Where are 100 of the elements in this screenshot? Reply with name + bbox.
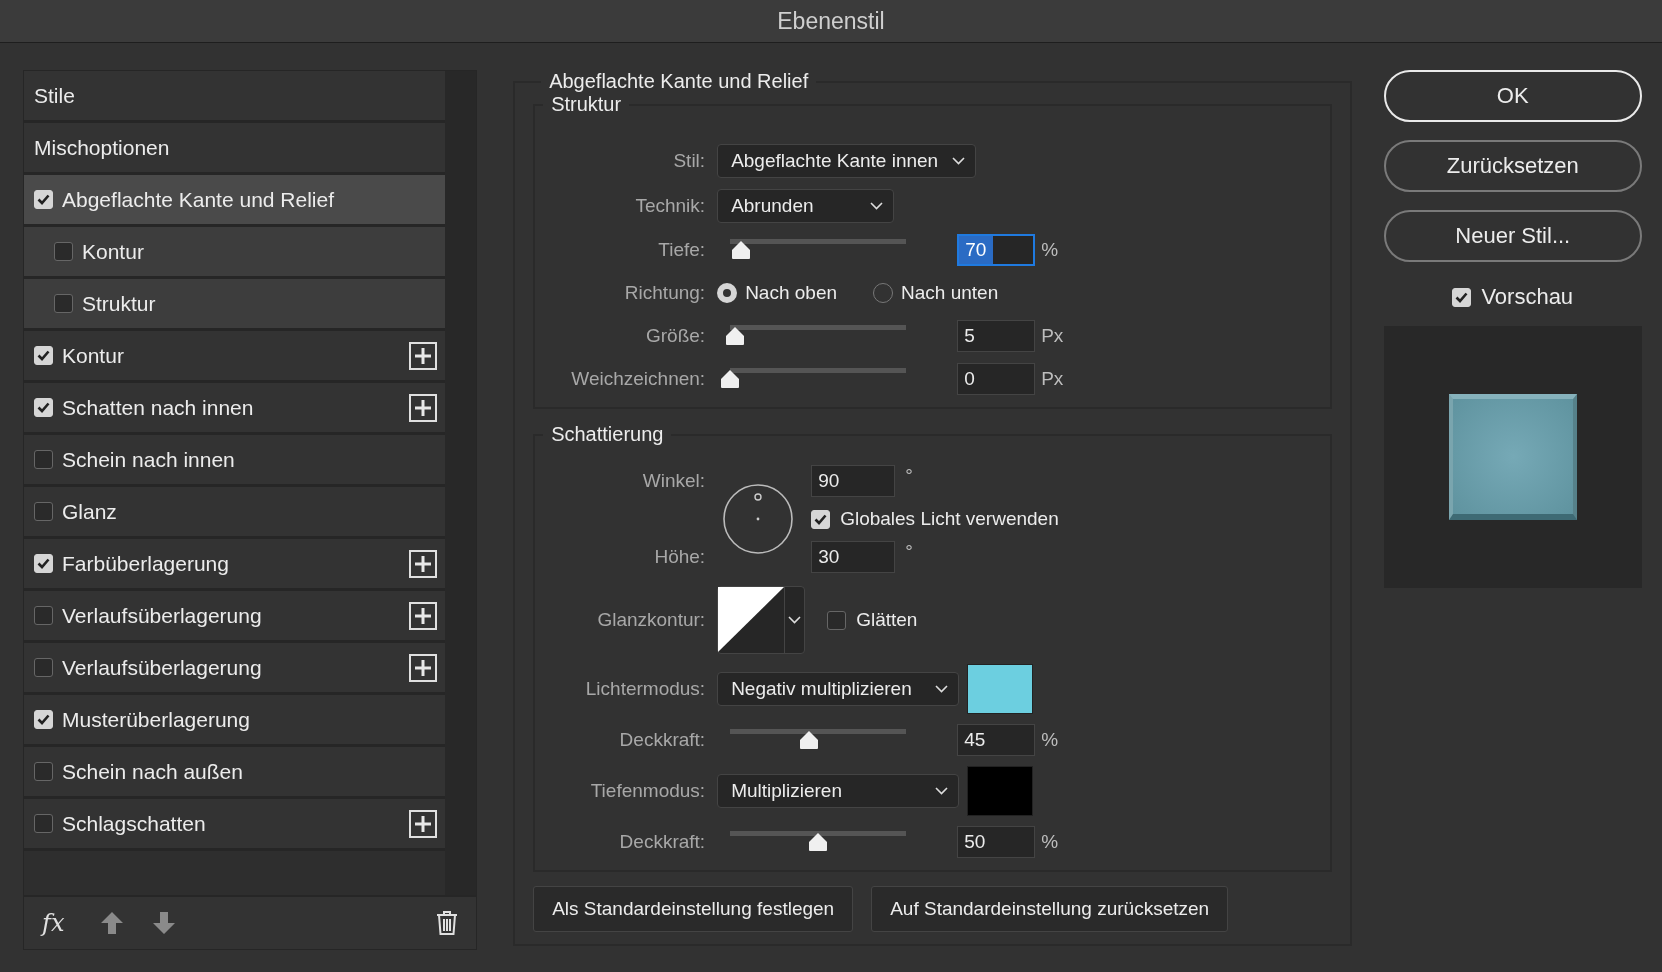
checkbox[interactable] — [54, 242, 73, 261]
value-field[interactable]: 5 — [957, 320, 1036, 352]
dialog-button[interactable]: Zurücksetzen — [1383, 140, 1642, 192]
checkbox[interactable] — [34, 814, 53, 833]
trash-icon[interactable] — [436, 911, 459, 935]
checkbox[interactable] — [827, 610, 847, 630]
default-button[interactable]: Auf Standardeinstellung zurücksetzen — [871, 886, 1229, 932]
caret-icon — [935, 685, 949, 693]
color-swatch[interactable] — [967, 664, 1034, 714]
item-label: Schein nach innen — [62, 447, 236, 472]
style-list-item[interactable]: Stile — [24, 71, 445, 123]
checkbox-option[interactable]: Globales Licht verwenden — [811, 508, 1330, 530]
slider-thumb[interactable] — [799, 730, 820, 750]
dropdown[interactable]: Abgeflachte Kante innen — [717, 144, 977, 178]
dropdown[interactable]: Negativ multiplizieren — [717, 672, 960, 706]
add-button[interactable] — [409, 653, 437, 682]
radio-option[interactable]: Nach unten — [873, 282, 999, 304]
item-label: Glanz — [62, 499, 118, 524]
dialog-button[interactable]: OK — [1383, 70, 1642, 122]
style-list-item[interactable]: Kontur — [24, 227, 445, 279]
add-button[interactable] — [409, 601, 437, 630]
plus-icon — [414, 346, 432, 365]
dialog-button[interactable]: Neuer Stil... — [1383, 210, 1642, 262]
item-label: Verlaufsüberlagerung — [62, 655, 263, 680]
dropdown[interactable]: Abrunden — [717, 189, 895, 223]
add-button[interactable] — [409, 341, 437, 370]
style-list-item[interactable]: Schatten nach innen — [24, 383, 445, 435]
contour-picker[interactable] — [717, 586, 806, 654]
default-button[interactable]: Als Standardeinstellung festlegen — [533, 886, 854, 932]
checkbox[interactable] — [34, 502, 53, 521]
checkbox[interactable] — [34, 450, 53, 469]
unit-label: Px — [1041, 325, 1064, 347]
style-list-item[interactable]: Schlagschatten — [24, 799, 445, 851]
group-title: Struktur — [550, 93, 623, 116]
style-list-item[interactable]: Schein nach außen — [24, 747, 445, 799]
slider-thumb[interactable] — [808, 832, 829, 852]
angle-dial[interactable] — [722, 483, 795, 555]
altitude-field[interactable]: 30 — [811, 541, 896, 573]
radio-option[interactable]: Nach oben — [717, 282, 838, 304]
contour-curve-icon — [718, 587, 785, 652]
arrow-up-icon[interactable] — [100, 911, 125, 935]
window-title: Ebenenstil — [777, 7, 885, 35]
field-label: Richtung: — [623, 282, 706, 304]
value-field[interactable]: 45 — [957, 724, 1036, 756]
group-title: Abgeflachte Kante und Relief — [548, 70, 810, 93]
checkbox[interactable] — [54, 294, 73, 313]
caret-icon — [935, 787, 949, 795]
field-label: Lichtermodus: — [584, 678, 706, 700]
slider-thumb[interactable] — [725, 326, 746, 346]
unit-label: ° — [905, 465, 913, 487]
dropdown[interactable]: Multiplizieren — [717, 774, 960, 808]
add-button[interactable] — [409, 809, 437, 838]
checkbox-option[interactable]: Vorschau — [1383, 284, 1642, 310]
caret-icon — [952, 157, 966, 165]
style-list-item[interactable]: Mischoptionen — [24, 123, 445, 175]
item-label: Kontur — [62, 343, 125, 368]
item-label: Abgeflachte Kante und Relief — [62, 187, 336, 212]
checkbox[interactable] — [34, 658, 53, 677]
style-list-item[interactable]: Struktur — [24, 279, 445, 331]
field-label: Tiefenmodus: — [589, 780, 706, 802]
item-label: Schlagschatten — [62, 811, 207, 836]
field-label: Glanzkontur: — [596, 609, 706, 631]
style-list-item[interactable]: Musterüberlagerung — [24, 695, 445, 747]
plus-icon — [414, 554, 432, 573]
angle-field[interactable]: 90 — [811, 465, 896, 497]
value-field[interactable]: 70 — [957, 234, 1036, 266]
value-field[interactable]: 50 — [957, 826, 1036, 858]
field-label: Deckkraft: — [618, 729, 706, 751]
checkbox-option[interactable]: Glätten — [827, 609, 918, 631]
item-label: Farbüberlagerung — [62, 551, 230, 576]
style-list-item[interactable]: Farbüberlagerung — [24, 539, 445, 591]
add-button[interactable] — [409, 549, 437, 578]
style-list-item[interactable]: Verlaufsüberlagerung — [24, 643, 445, 695]
item-label: Verlaufsüberlagerung — [62, 603, 263, 628]
item-label: Stile — [34, 83, 76, 108]
plus-icon — [414, 606, 432, 625]
arrow-down-icon[interactable] — [152, 911, 177, 935]
field-label: Deckkraft: — [618, 831, 706, 853]
value-field[interactable]: 0 — [957, 363, 1036, 395]
unit-label: ° — [905, 541, 913, 563]
style-list-item[interactable]: Kontur — [24, 331, 445, 383]
checkbox[interactable] — [34, 762, 53, 781]
group-title: Schattierung — [550, 423, 665, 446]
color-swatch[interactable] — [967, 766, 1034, 816]
unit-label: % — [1041, 239, 1059, 261]
style-list-item[interactable]: Abgeflachte Kante und Relief — [24, 175, 445, 227]
field-label: Winkel: — [641, 470, 706, 492]
item-label: Struktur — [82, 291, 157, 316]
plus-icon — [414, 398, 432, 417]
style-list-item[interactable]: Verlaufsüberlagerung — [24, 591, 445, 643]
plus-icon — [414, 814, 432, 833]
style-list-item[interactable]: Glanz — [24, 487, 445, 539]
item-label: Mischoptionen — [34, 135, 171, 160]
slider-thumb[interactable] — [730, 240, 751, 260]
checkbox[interactable] — [34, 606, 53, 625]
fx-button[interactable]: fx — [42, 909, 73, 937]
add-button[interactable] — [409, 393, 437, 422]
slider-thumb[interactable] — [720, 369, 741, 389]
unit-label: % — [1041, 729, 1059, 751]
style-list-item[interactable]: Schein nach innen — [24, 435, 445, 487]
